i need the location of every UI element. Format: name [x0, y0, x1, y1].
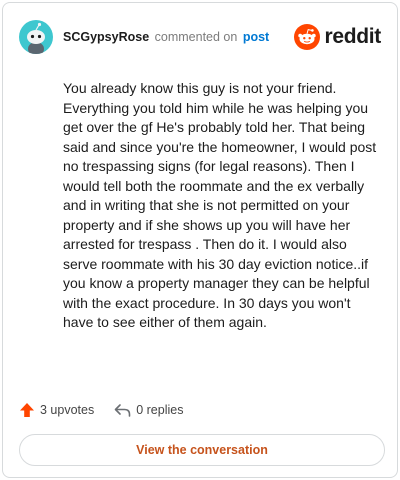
view-conversation-button[interactable]: View the conversation — [19, 434, 385, 466]
comment-card: SCGypsyRose commented on post reddit You… — [2, 2, 398, 478]
upvote-button[interactable]: 3 upvotes — [19, 402, 94, 418]
byline: SCGypsyRose commented on post — [63, 29, 269, 45]
upvote-count: 3 upvotes — [40, 403, 95, 417]
post-link[interactable]: post — [243, 30, 269, 44]
user-avatar[interactable] — [19, 20, 53, 54]
snoo-avatar-icon — [27, 22, 45, 54]
reddit-wordmark: reddit — [324, 25, 381, 48]
reddit-brand[interactable]: reddit — [294, 24, 381, 50]
reply-arrow-icon — [114, 404, 131, 417]
byline-action: commented on — [154, 30, 238, 44]
comment-header: SCGypsyRose commented on post reddit — [19, 19, 381, 55]
reddit-logo-icon — [294, 24, 321, 50]
reply-button[interactable]: 0 replies — [114, 402, 183, 418]
upvote-arrow-icon — [20, 403, 34, 417]
comment-text: You already know this guy is not your fr… — [63, 80, 377, 330]
reply-count: 0 replies — [136, 403, 184, 417]
comment-actions: 3 upvotes 0 replies — [19, 399, 183, 421]
username-link[interactable]: SCGypsyRose — [63, 30, 149, 44]
